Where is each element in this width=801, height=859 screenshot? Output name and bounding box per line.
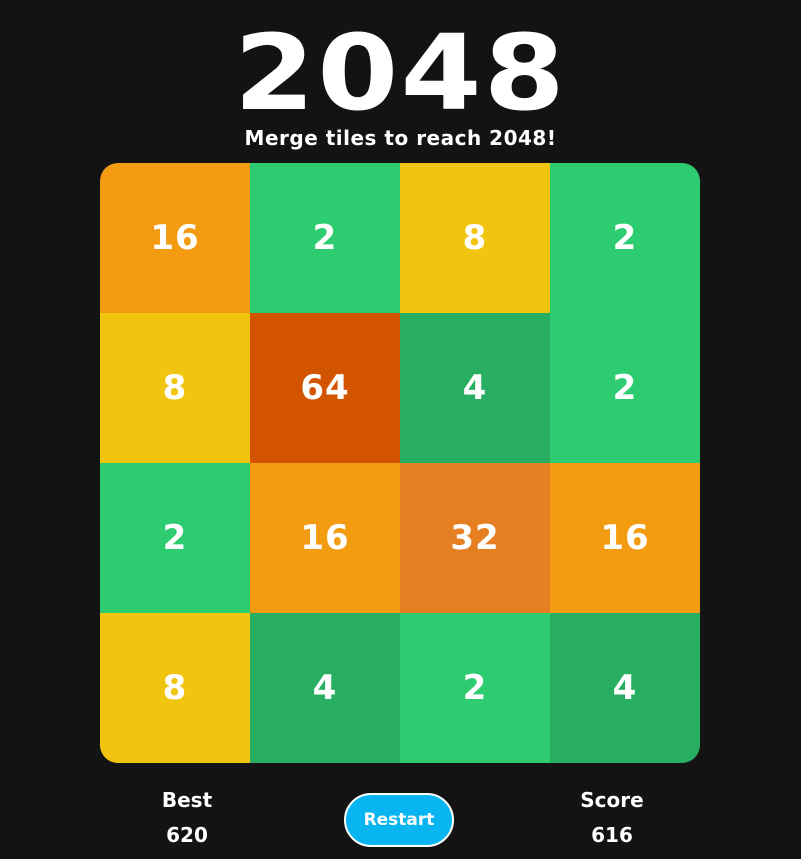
tile-r1-c3: 8 xyxy=(400,163,550,313)
tile-r4-c2: 4 xyxy=(250,613,400,763)
tile-r1-c4: 2 xyxy=(550,163,700,313)
score-value: 616 xyxy=(591,823,633,847)
tile-r3-c1: 2 xyxy=(100,463,250,613)
tile-r2-c3: 4 xyxy=(400,313,550,463)
tile-r3-c2: 16 xyxy=(250,463,400,613)
score-label: Score xyxy=(580,788,644,812)
tile-r1-c2: 2 xyxy=(250,163,400,313)
tile-r3-c3: 32 xyxy=(400,463,550,613)
tile-r2-c1: 8 xyxy=(100,313,250,463)
game-title: 2048 xyxy=(233,12,568,134)
score-stat: Score 616 xyxy=(532,786,692,848)
tile-r1-c1: 16 xyxy=(100,163,250,313)
tile-r3-c4: 16 xyxy=(550,463,700,613)
best-label: Best xyxy=(161,788,213,812)
best-value: 620 xyxy=(166,823,208,847)
best-stat: Best 620 xyxy=(107,786,267,848)
tile-r2-c4: 2 xyxy=(550,313,700,463)
tile-r2-c2: 64 xyxy=(250,313,400,463)
game-subtitle: Merge tiles to reach 2048! xyxy=(244,126,557,150)
game-board[interactable]: 16 2 8 2 8 64 4 2 2 16 32 16 8 4 2 4 xyxy=(100,163,700,763)
tile-r4-c1: 8 xyxy=(100,613,250,763)
tile-r4-c3: 2 xyxy=(400,613,550,763)
restart-button[interactable]: Restart xyxy=(344,793,454,847)
tile-r4-c4: 4 xyxy=(550,613,700,763)
